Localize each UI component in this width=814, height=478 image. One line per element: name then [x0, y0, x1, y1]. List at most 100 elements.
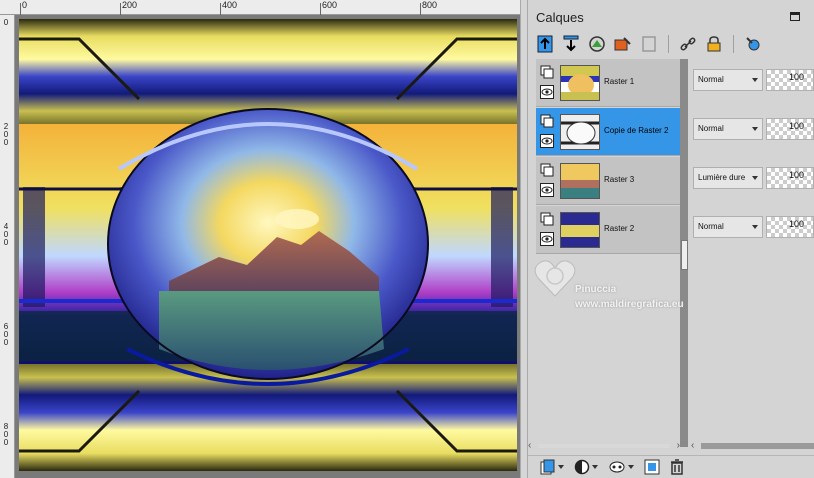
chevron-down-icon [592, 465, 598, 469]
scroll-right-icon[interactable]: › [677, 440, 680, 452]
layer-row[interactable]: Raster 2 [536, 206, 682, 254]
layer-row-selected[interactable]: Copie de Raster 2 [536, 108, 682, 156]
ruler-label: 6 0 0 [3, 322, 9, 347]
blend-mode-value: Normal [698, 222, 724, 231]
opacity-field[interactable]: 100 [766, 118, 814, 140]
watermark-url: www.maldiregrafica.eu [575, 299, 684, 310]
artwork-image[interactable] [19, 19, 517, 471]
chevron-down-icon [558, 465, 564, 469]
visibility-eye-icon[interactable] [540, 134, 554, 148]
new-mask-layer-icon[interactable] [586, 33, 608, 55]
opacity-field[interactable]: 100 [766, 216, 814, 238]
panel-title: Calques [536, 10, 584, 25]
scroll-thumb[interactable] [701, 443, 814, 449]
pane-splitter[interactable] [520, 0, 528, 478]
edit-selection-icon[interactable] [742, 33, 764, 55]
ruler-label: 0 [3, 18, 9, 27]
visibility-eye-icon[interactable] [540, 232, 554, 246]
new-layer-icon [540, 459, 555, 475]
mask-dropdown[interactable] [608, 458, 634, 476]
layer-props-row: Normal 100 [691, 206, 814, 254]
group-icon [644, 459, 660, 475]
scroll-left-icon[interactable]: ‹ [528, 440, 531, 452]
visibility-eye-icon[interactable] [540, 85, 554, 99]
layers-bottom-bar [528, 455, 814, 478]
layer-type-icon[interactable] [540, 65, 554, 79]
layer-row[interactable]: Raster 1 [536, 59, 682, 107]
promote-layer-icon[interactable] [638, 33, 660, 55]
blend-mode-value: Normal [698, 124, 724, 133]
ruler-label: 4 0 0 [3, 222, 9, 247]
toolbar-separator [668, 35, 669, 53]
ruler-major-tick [220, 3, 221, 15]
scroll-track[interactable] [538, 444, 670, 448]
lock-icon[interactable] [703, 33, 725, 55]
layer-name: Copie de Raster 2 [604, 126, 669, 135]
blend-mode-value: Lumière dure [698, 173, 746, 182]
delete-layer-button[interactable] [670, 458, 684, 476]
layer-name: Raster 3 [604, 175, 635, 184]
layer-props-row: Normal 100 [691, 59, 814, 107]
layer-name: Raster 2 [604, 224, 635, 233]
ruler-major-tick [120, 3, 121, 15]
horizontal-ruler: 0 200 400 600 800 [0, 0, 520, 15]
new-layer-dropdown[interactable] [540, 458, 564, 476]
opacity-value: 100 [789, 170, 805, 180]
ruler-label: 0 [22, 0, 28, 10]
layer-thumbnail [560, 114, 600, 150]
vertical-ruler: 0 2 0 0 4 0 0 6 0 0 8 0 0 [0, 15, 15, 478]
ruler-label: 8 0 0 [3, 422, 9, 447]
blend-mode-dropdown[interactable]: Normal [693, 69, 763, 91]
app-window: 0 200 400 600 800 0 2 0 0 4 0 0 6 0 0 8 … [0, 0, 814, 478]
blend-mode-dropdown[interactable]: Normal [693, 216, 763, 238]
visibility-eye-icon[interactable] [540, 183, 554, 197]
contrast-icon [574, 459, 590, 475]
props-horizontal-scrollbar[interactable]: ‹ [691, 440, 814, 452]
trash-icon [671, 459, 683, 475]
layer-thumbnail [560, 212, 600, 248]
layer-type-icon[interactable] [540, 114, 554, 128]
chevron-down-icon [628, 465, 634, 469]
new-vector-layer-icon[interactable] [560, 33, 582, 55]
panel-menu-icon[interactable] [790, 12, 800, 21]
ruler-label: 800 [422, 0, 438, 10]
watermark: Pinuccia www.maldiregrafica.eu [531, 250, 711, 320]
layers-horizontal-scrollbar[interactable]: ‹ › [528, 440, 680, 452]
adjustment-dropdown[interactable] [574, 458, 598, 476]
blend-mode-value: Normal [698, 75, 724, 84]
opacity-field[interactable]: 100 [766, 69, 814, 91]
toolbar-separator [733, 35, 734, 53]
link-icon[interactable] [677, 33, 699, 55]
opacity-value: 100 [789, 121, 805, 131]
chevron-down-icon [752, 78, 758, 82]
new-adjustment-layer-icon[interactable] [612, 33, 634, 55]
image-canvas[interactable] [15, 15, 520, 478]
layer-type-icon[interactable] [540, 163, 554, 177]
blend-mode-dropdown[interactable]: Lumière dure [693, 167, 763, 189]
ruler-major-tick [420, 3, 421, 15]
ruler-major-tick [20, 3, 21, 15]
new-raster-layer-icon[interactable] [534, 33, 556, 55]
ruler-label: 600 [322, 0, 338, 10]
chevron-down-icon [752, 176, 758, 180]
group-layers-button[interactable] [644, 458, 660, 476]
heart-logo-icon [534, 260, 576, 297]
layer-type-icon[interactable] [540, 212, 554, 226]
chevron-down-icon [752, 225, 758, 229]
ruler-label: 200 [122, 0, 138, 10]
ruler-label: 2 0 0 [3, 122, 9, 147]
blend-mode-dropdown[interactable]: Normal [693, 118, 763, 140]
layer-props-row: Normal 100 [691, 108, 814, 156]
ruler-major-tick [320, 3, 321, 15]
layer-name: Raster 1 [604, 77, 635, 86]
scroll-left-icon[interactable]: ‹ [691, 440, 694, 452]
layers-toolbar [534, 32, 764, 56]
opacity-field[interactable]: 100 [766, 167, 814, 189]
opacity-value: 100 [789, 219, 805, 229]
layer-thumbnail [560, 163, 600, 199]
watermark-name: Pinuccia [575, 284, 617, 295]
layers-panel: Calques Raster 1 Copie de Raster 2 Raste… [528, 0, 814, 478]
layer-row[interactable]: Raster 3 [536, 157, 682, 205]
opacity-value: 100 [789, 72, 805, 82]
layer-props-row: Lumière dure 100 [691, 157, 814, 205]
